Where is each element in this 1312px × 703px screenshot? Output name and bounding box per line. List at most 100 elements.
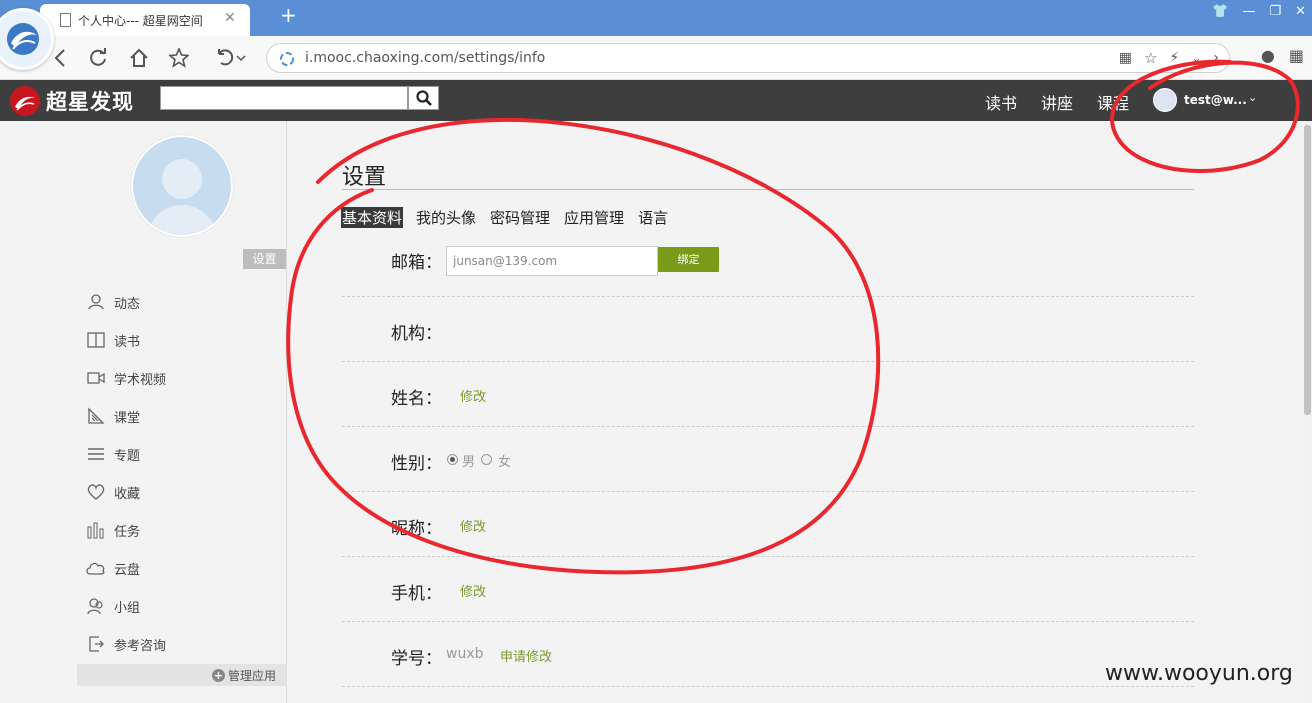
nav-link-courses[interactable]: 课程 xyxy=(1097,90,1129,114)
undo-icon[interactable] xyxy=(212,46,248,70)
reload-icon[interactable] xyxy=(86,46,110,70)
profile-avatar[interactable] xyxy=(131,135,233,237)
sidebar-item-cloud[interactable]: 云盘 xyxy=(86,557,140,579)
nav-link-reading[interactable]: 读书 xyxy=(985,90,1017,114)
skin-icon[interactable]: 👕 xyxy=(1212,4,1228,19)
group-icon xyxy=(86,596,106,616)
gender-row: 性别： 男 女 xyxy=(342,427,1194,492)
dropdown-icon[interactable]: ⌄ xyxy=(1191,51,1201,65)
student-id-row: 学号： wuxb 申请修改 xyxy=(342,622,1194,687)
star-icon[interactable] xyxy=(167,46,191,70)
phone-row: 手机： 修改 xyxy=(342,557,1194,622)
tab-language[interactable]: 语言 xyxy=(637,207,669,228)
tab-avatar[interactable]: 我的头像 xyxy=(415,207,477,228)
tab-close-icon[interactable]: ✕ xyxy=(224,10,236,26)
chevron-down-icon[interactable]: ⌄ xyxy=(1248,91,1257,104)
task-icon xyxy=(86,520,106,540)
sidebar-item-video[interactable]: 学术视频 xyxy=(86,367,166,389)
window-controls: 👕 — ❐ ✕ xyxy=(1212,4,1306,19)
sidebar-item-consult[interactable]: 参考咨询 xyxy=(86,633,166,655)
close-window-icon[interactable]: ✕ xyxy=(1295,4,1306,19)
site-search-button[interactable] xyxy=(408,86,439,110)
sidebar-item-activity[interactable]: 动态 xyxy=(86,291,140,313)
tab-apps[interactable]: 应用管理 xyxy=(563,207,625,228)
bind-button[interactable]: 绑定 xyxy=(658,247,719,272)
student-id-label: 学号： xyxy=(391,649,442,669)
extension-icon[interactable]: ● xyxy=(1261,46,1275,65)
page-icon xyxy=(60,13,71,27)
user-avatar[interactable] xyxy=(1153,88,1177,112)
lightning-icon[interactable]: ⚡ xyxy=(1169,50,1179,66)
email-label: 邮箱： xyxy=(391,253,442,273)
browser-tab[interactable]: 个人中心--- 超星网空间 ✕ xyxy=(40,4,250,36)
site-info-icon[interactable] xyxy=(279,51,295,67)
sidebar-item-favorites[interactable]: 收藏 xyxy=(86,481,140,503)
sidebar-item-label: 读书 xyxy=(114,334,141,350)
email-row: 邮箱： junsan@139.com 绑定 xyxy=(342,241,1194,297)
user-icon xyxy=(86,292,106,312)
nav-link-lectures[interactable]: 讲座 xyxy=(1041,90,1073,114)
gender-female-label: 女 xyxy=(498,455,512,470)
plus-circle-icon: + xyxy=(211,669,225,682)
tab-basic-info[interactable]: 基本资料 xyxy=(341,207,404,228)
settings-button[interactable]: 设置 xyxy=(243,249,286,269)
phone-label: 手机： xyxy=(391,584,442,604)
tab-title: 个人中心--- 超星网空间 xyxy=(78,14,203,28)
settings-tabs: 基本资料 我的头像 密码管理 应用管理 语言 xyxy=(341,207,669,228)
qrcode-icon[interactable]: ▦ xyxy=(1119,50,1132,66)
watermark: www.wooyun.org xyxy=(1105,661,1293,686)
gender-female-radio[interactable] xyxy=(481,454,492,465)
site-logo[interactable]: 超星发现 xyxy=(10,86,134,116)
search-icon xyxy=(415,90,432,106)
new-tab-icon[interactable]: + xyxy=(280,3,297,27)
consult-icon xyxy=(86,634,106,654)
site-header: 超星发现 读书 讲座 课程 test@w... ⌄ xyxy=(0,80,1312,121)
scrollbar-thumb[interactable] xyxy=(1304,125,1311,415)
bookmark-star-icon[interactable]: ☆ xyxy=(1144,49,1157,67)
logo-text: 超星发现 xyxy=(46,90,134,114)
url-text[interactable]: i.mooc.chaoxing.com/settings/info xyxy=(305,50,545,66)
edit-phone-link[interactable]: 修改 xyxy=(460,581,486,600)
edit-nickname-link[interactable]: 修改 xyxy=(460,516,486,535)
page-title: 设置 xyxy=(342,165,387,190)
request-edit-link[interactable]: 申请修改 xyxy=(500,646,552,665)
sidebar-item-label: 任务 xyxy=(114,524,141,540)
video-icon xyxy=(86,368,106,388)
org-row: 机构： xyxy=(342,297,1194,362)
browser-nav-bar: i.mooc.chaoxing.com/settings/info ▦ ☆ ⚡ … xyxy=(0,36,1312,80)
address-bar[interactable]: i.mooc.chaoxing.com/settings/info ▦ ☆ ⚡ … xyxy=(266,43,1230,73)
cloud-icon xyxy=(86,558,106,578)
sidebar-item-label: 小组 xyxy=(114,600,141,616)
org-label: 机构： xyxy=(391,324,442,344)
sidebar-item-tasks[interactable]: 任务 xyxy=(86,519,140,541)
site-search-input[interactable] xyxy=(160,86,408,110)
page-scrollbar[interactable] xyxy=(1303,121,1312,703)
restore-icon[interactable]: ❐ xyxy=(1269,4,1281,19)
divider xyxy=(342,189,1194,190)
sidebar-item-reading[interactable]: 读书 xyxy=(86,329,140,351)
sidebar-item-label: 课堂 xyxy=(114,410,141,426)
manage-apps-label: 管理应用 xyxy=(227,669,276,683)
nickname-label: 昵称： xyxy=(391,519,442,539)
sidebar-item-classroom[interactable]: 课堂 xyxy=(86,405,140,427)
heart-icon xyxy=(86,482,106,502)
gender-label: 性别： xyxy=(391,454,442,474)
gender-male-radio[interactable] xyxy=(447,454,458,465)
sidebar: 设置 动态 读书 学术视频 课堂 专题 收藏 任务 云盘 小组 参考咨询 + 管… xyxy=(0,121,287,703)
book-icon xyxy=(86,330,106,350)
home-icon[interactable] xyxy=(127,46,151,70)
gender-male-label: 男 xyxy=(462,455,476,470)
user-name[interactable]: test@w... xyxy=(1184,93,1247,107)
sidebar-item-topic[interactable]: 专题 xyxy=(86,443,140,465)
minimize-icon[interactable]: — xyxy=(1242,4,1255,19)
sidebar-item-groups[interactable]: 小组 xyxy=(86,595,140,617)
browser-tab-bar: 个人中心--- 超星网空间 ✕ + 👕 — ❐ ✕ xyxy=(0,0,1312,36)
apps-grid-icon[interactable]: ▦ xyxy=(1289,46,1304,65)
name-label: 姓名： xyxy=(391,389,442,409)
email-field[interactable]: junsan@139.com xyxy=(446,246,658,276)
manage-apps-button[interactable]: + 管理应用 xyxy=(77,664,286,686)
edit-name-link[interactable]: 修改 xyxy=(460,386,486,405)
forward-icon[interactable]: › xyxy=(1213,50,1219,66)
tab-password[interactable]: 密码管理 xyxy=(489,207,551,228)
topic-icon xyxy=(86,444,106,464)
